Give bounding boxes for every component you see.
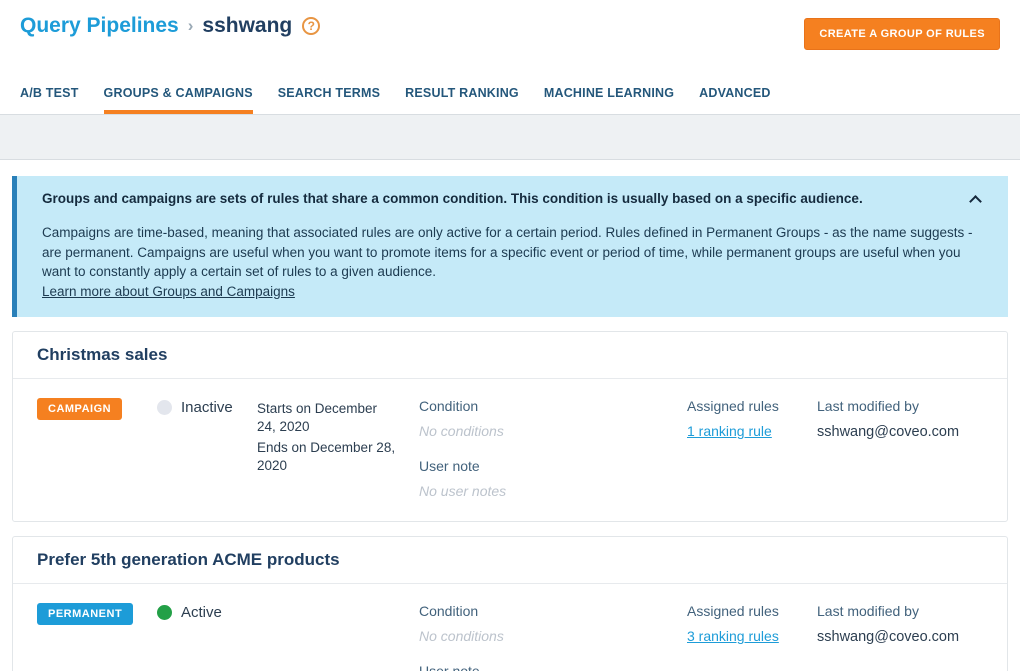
- chevron-up-icon: [969, 195, 982, 208]
- end-date: Ends on December 28, 2020: [257, 439, 397, 475]
- assigned-rules-label: Assigned rules: [687, 603, 817, 619]
- condition-cell: Condition No conditions User note No use…: [419, 603, 687, 671]
- banner-description-text: Campaigns are time-based, meaning that a…: [42, 225, 973, 279]
- group-card-acme-products: Prefer 5th generation ACME products PERM…: [12, 536, 1008, 671]
- card-title: Christmas sales: [37, 345, 167, 364]
- start-date: Starts on December 24, 2020: [257, 400, 397, 436]
- campaign-badge: CAMPAIGN: [37, 398, 122, 420]
- page-header: Query Pipelines › sshwang ? CREATE A GRO…: [0, 0, 1020, 50]
- tab-groups-campaigns[interactable]: GROUPS & CAMPAIGNS: [104, 78, 253, 114]
- tab-ab-test[interactable]: A/B TEST: [20, 78, 79, 114]
- breadcrumb-separator: ›: [187, 16, 195, 36]
- last-modified-label: Last modified by: [817, 398, 983, 414]
- condition-field: Condition No conditions: [419, 603, 687, 644]
- condition-value: No conditions: [419, 423, 687, 439]
- condition-cell: Condition No conditions User note No use…: [419, 398, 687, 499]
- group-card-christmas-sales: Christmas sales CAMPAIGN Inactive Starts…: [12, 331, 1008, 522]
- status-dot-icon: [157, 400, 172, 415]
- status-label: Active: [181, 604, 222, 621]
- empty-toolbar-strip: [0, 114, 1020, 160]
- breadcrumb: Query Pipelines › sshwang ?: [20, 12, 320, 38]
- card-body: CAMPAIGN Inactive Starts on December 24,…: [13, 379, 1007, 521]
- last-modified-value: sshwang@coveo.com: [817, 629, 959, 645]
- condition-value: No conditions: [419, 628, 687, 644]
- status-cell: Active: [157, 603, 257, 621]
- tab-advanced[interactable]: ADVANCED: [699, 78, 771, 114]
- collapse-banner-button[interactable]: [964, 190, 986, 208]
- query-pipelines-page: Query Pipelines › sshwang ? CREATE A GRO…: [0, 0, 1020, 671]
- ranking-rules-link[interactable]: 1 ranking rule: [687, 423, 772, 439]
- card-header: Christmas sales: [13, 332, 1007, 379]
- tab-search-terms[interactable]: SEARCH TERMS: [278, 78, 380, 114]
- last-modified-value: sshwang@coveo.com: [817, 424, 959, 440]
- card-body: PERMANENT Active Condition No conditions…: [13, 584, 1007, 671]
- breadcrumb-query-pipelines-link[interactable]: Query Pipelines: [20, 14, 179, 38]
- user-note-field: User note No user notes: [419, 663, 687, 671]
- last-modified-label: Last modified by: [817, 603, 983, 619]
- tab-bar: A/B TEST GROUPS & CAMPAIGNS SEARCH TERMS…: [0, 78, 1020, 114]
- banner-title: Groups and campaigns are sets of rules t…: [42, 191, 986, 206]
- badge-cell: CAMPAIGN: [37, 398, 157, 420]
- page-title: sshwang: [202, 14, 292, 38]
- user-note-value: No user notes: [419, 483, 687, 499]
- info-banner: Groups and campaigns are sets of rules t…: [12, 176, 1008, 317]
- assigned-rules-cell: Assigned rules 3 ranking rules: [687, 603, 817, 646]
- tab-machine-learning[interactable]: MACHINE LEARNING: [544, 78, 674, 114]
- create-group-of-rules-button[interactable]: CREATE A GROUP OF RULES: [804, 18, 1000, 50]
- user-note-label: User note: [419, 663, 687, 671]
- condition-label: Condition: [419, 603, 687, 619]
- tab-result-ranking[interactable]: RESULT RANKING: [405, 78, 519, 114]
- user-note-label: User note: [419, 458, 687, 474]
- ranking-rules-link[interactable]: 3 ranking rules: [687, 628, 779, 644]
- dates-cell: Starts on December 24, 2020 Ends on Dece…: [257, 398, 397, 477]
- last-modified-cell: Last modified by sshwang@coveo.com: [817, 398, 983, 441]
- dates-cell: [257, 603, 397, 605]
- banner-description: Campaigns are time-based, meaning that a…: [42, 223, 986, 301]
- assigned-rules-cell: Assigned rules 1 ranking rule: [687, 398, 817, 441]
- status-dot-icon: [157, 605, 172, 620]
- condition-label: Condition: [419, 398, 687, 414]
- learn-more-link[interactable]: Learn more about Groups and Campaigns: [42, 282, 295, 302]
- assigned-rules-label: Assigned rules: [687, 398, 817, 414]
- badge-cell: PERMANENT: [37, 603, 157, 625]
- last-modified-cell: Last modified by sshwang@coveo.com: [817, 603, 983, 646]
- user-note-field: User note No user notes: [419, 458, 687, 499]
- help-icon[interactable]: ?: [302, 17, 320, 35]
- condition-field: Condition No conditions: [419, 398, 687, 439]
- card-header: Prefer 5th generation ACME products: [13, 537, 1007, 584]
- permanent-badge: PERMANENT: [37, 603, 133, 625]
- status-cell: Inactive: [157, 398, 257, 416]
- card-title: Prefer 5th generation ACME products: [37, 550, 340, 569]
- status-label: Inactive: [181, 399, 233, 416]
